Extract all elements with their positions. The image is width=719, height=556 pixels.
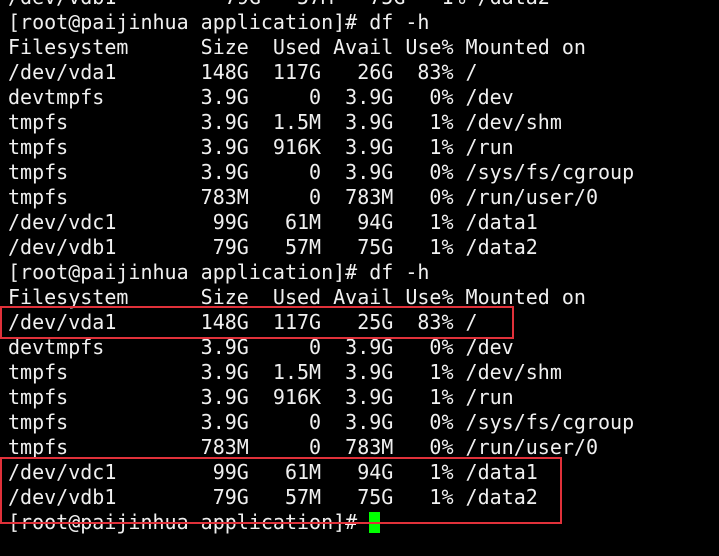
output-line: Filesystem Size Used Avail Use% Mounted … (8, 35, 586, 59)
output-line: /dev/vda1 148G 117G 26G 83% / (8, 60, 478, 84)
prompt-line[interactable]: [root@paijinhua application]# (8, 510, 634, 535)
terminal-window[interactable]: /dev/vdb1 79G 57M 75G 1% /data2 [root@pa… (0, 0, 719, 556)
output-line: devtmpfs 3.9G 0 3.9G 0% /dev (8, 335, 514, 359)
output-line: /dev/vdc1 99G 61M 94G 1% /data1 (8, 460, 538, 484)
output-line: tmpfs 3.9G 1.5M 3.9G 1% /dev/shm (8, 110, 562, 134)
output-line: [root@paijinhua application]# df -h (8, 260, 430, 284)
output-line: /dev/vdb1 79G 57M 75G 1% /data2 (8, 235, 538, 259)
output-line: [root@paijinhua application]# df -h (8, 10, 430, 34)
output-line: devtmpfs 3.9G 0 3.9G 0% /dev (8, 85, 514, 109)
output-line: /dev/vda1 148G 117G 25G 83% / (8, 310, 478, 334)
output-line: tmpfs 3.9G 0 3.9G 0% /sys/fs/cgroup (8, 410, 635, 434)
output-line: Filesystem Size Used Avail Use% Mounted … (8, 285, 586, 309)
output-line: tmpfs 3.9G 916K 3.9G 1% /run (8, 385, 514, 409)
output-line: tmpfs 3.9G 916K 3.9G 1% /run (8, 135, 514, 159)
shell-prompt: [root@paijinhua application]# (8, 510, 370, 534)
output-line: tmpfs 3.9G 0 3.9G 0% /sys/fs/cgroup (8, 160, 635, 184)
output-line: tmpfs 783M 0 783M 0% /run/user/0 (8, 185, 599, 209)
text-cursor (369, 512, 381, 533)
output-line: tmpfs 3.9G 1.5M 3.9G 1% /dev/shm (8, 360, 562, 384)
output-line: /dev/vdb1 79G 57M 75G 1% /data2 (8, 485, 538, 509)
output-line: /dev/vdc1 99G 61M 94G 1% /data1 (8, 210, 538, 234)
output-line: /dev/vdb1 79G 57M 75G 1% /data2 (8, 0, 634, 10)
terminal-output: /dev/vdb1 79G 57M 75G 1% /data2 [root@pa… (8, 0, 634, 535)
output-line: tmpfs 783M 0 783M 0% /run/user/0 (8, 435, 599, 459)
